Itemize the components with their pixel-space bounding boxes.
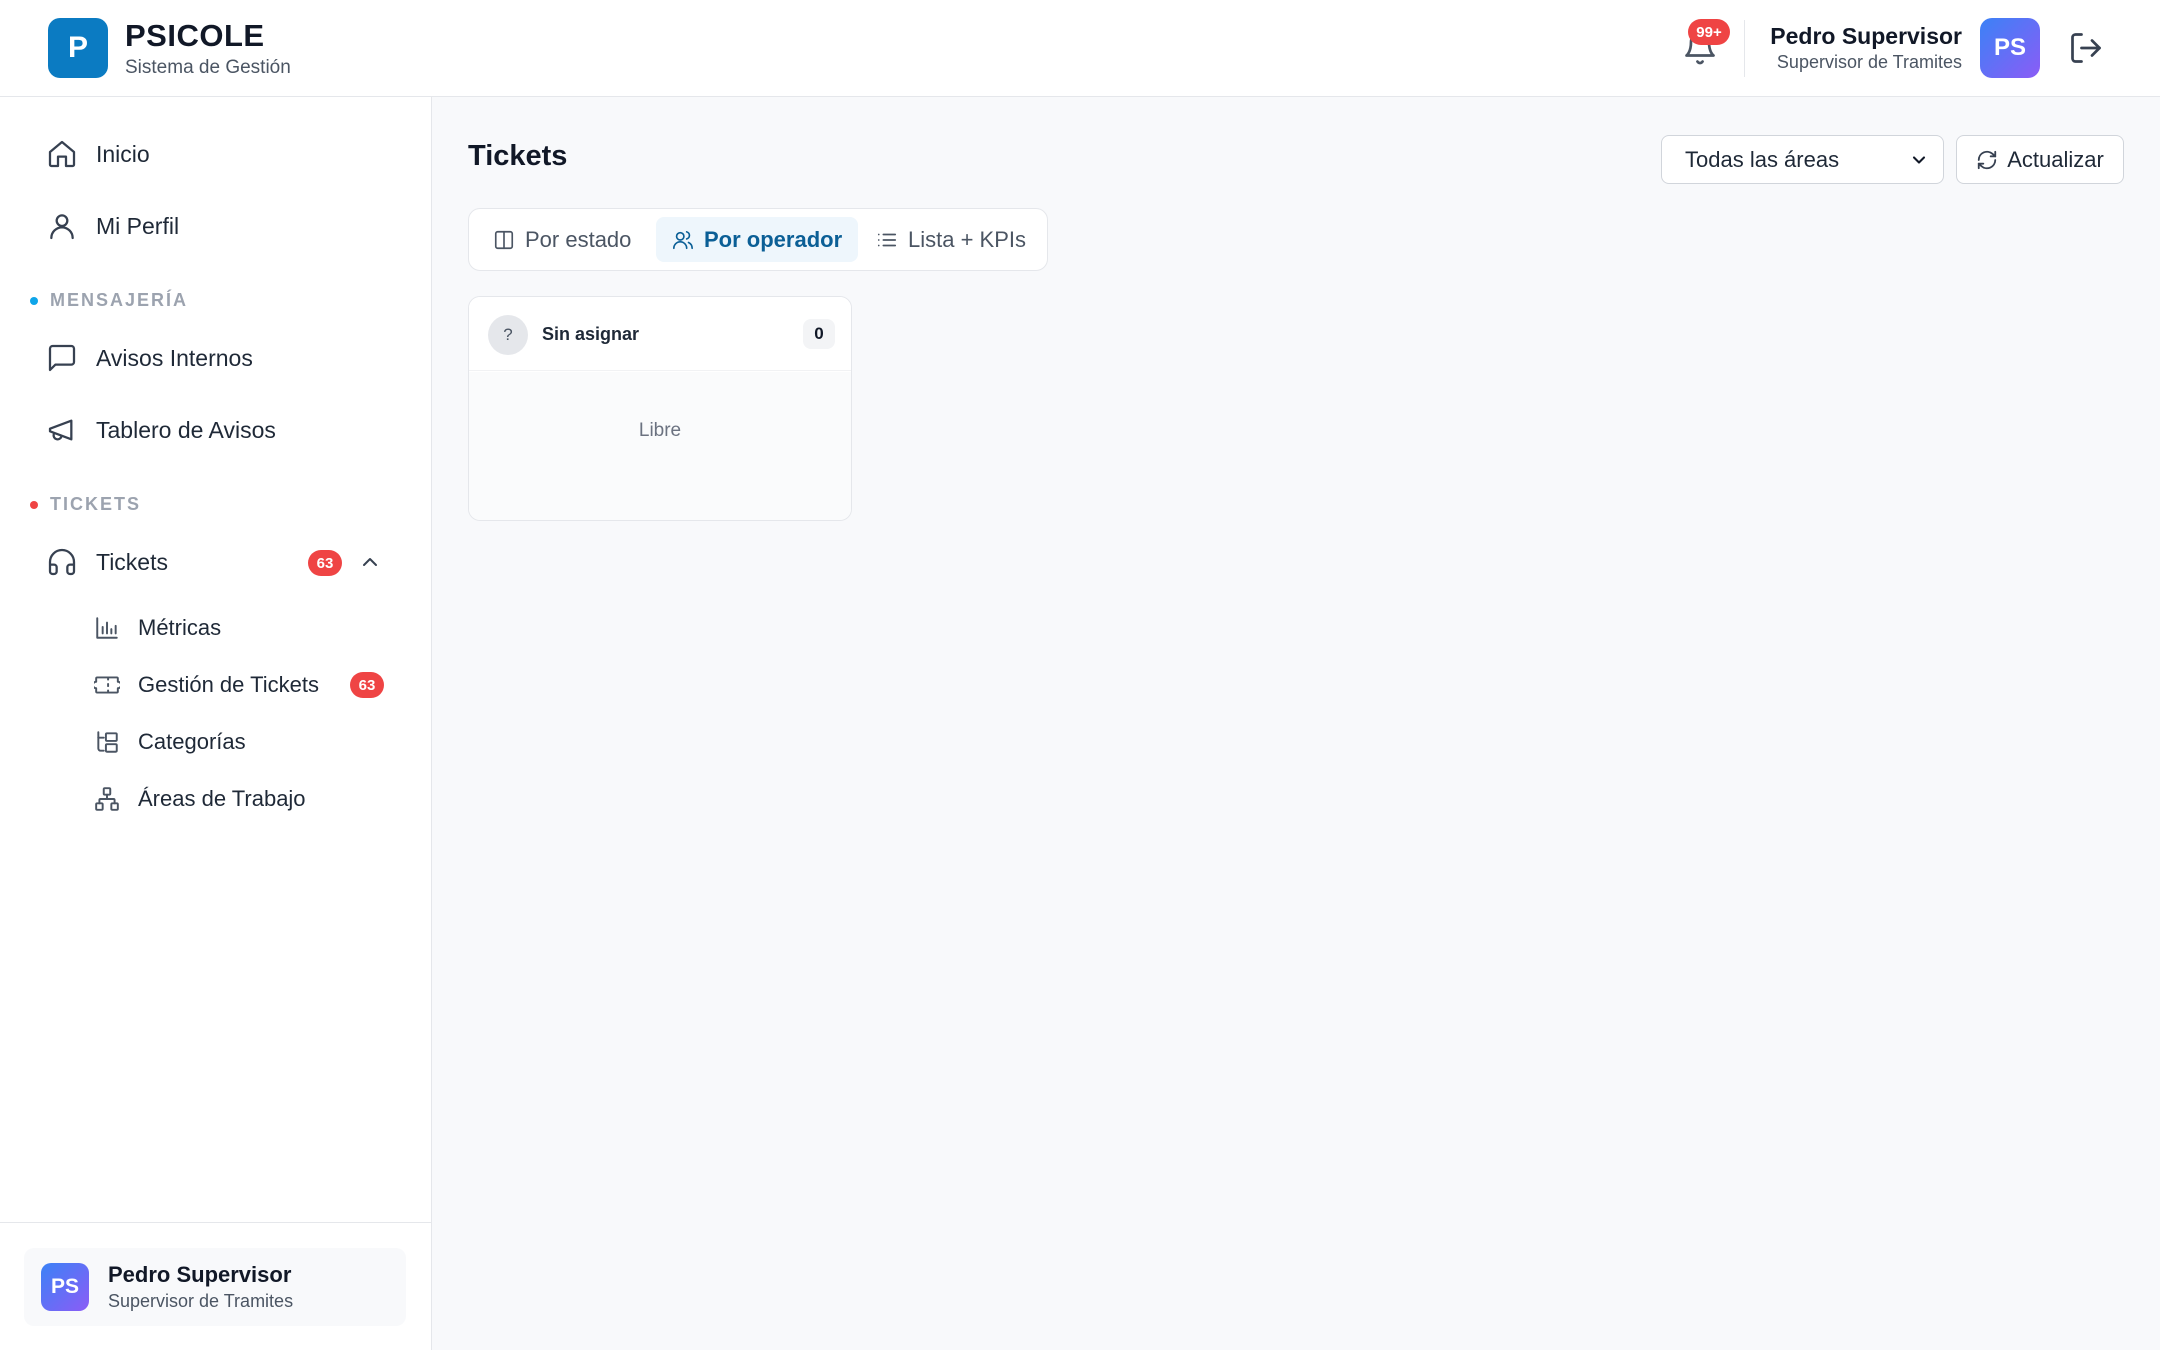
sidebar-subitem-gestion-tickets[interactable]: Gestión de Tickets xyxy=(94,667,319,703)
sidebar-item-inicio[interactable]: Inicio xyxy=(46,134,150,174)
sidebar-item-avisos-internos[interactable]: Avisos Internos xyxy=(46,338,253,378)
view-tabs: Por estado Por operador Lista + KPIs xyxy=(468,208,1048,271)
message-square-icon xyxy=(46,342,78,374)
sidebar-divider xyxy=(0,1222,432,1223)
empty-state-text: Libre xyxy=(638,420,682,441)
list-icon xyxy=(876,229,898,251)
section-label-tickets: TICKETS xyxy=(30,494,141,515)
tab-label: Por estado xyxy=(525,226,632,252)
tab-label: Lista + KPIs xyxy=(908,226,1027,252)
section-label-mensajeria: MENSAJERÍA xyxy=(30,290,188,311)
sidebar-item-label: Mi Perfil xyxy=(96,212,180,239)
section-label-text: TICKETS xyxy=(50,494,142,514)
sidebar-user-role: Supervisor de Tramites xyxy=(108,1291,294,1311)
sidebar-item-label: Tickets xyxy=(96,548,168,575)
ticket-icon xyxy=(94,672,120,698)
tab-por-estado[interactable]: Por estado xyxy=(477,217,647,262)
section-dot xyxy=(30,296,38,305)
top-header: P PSICOLE Sistema de Gestión 99+ Pedro S… xyxy=(0,0,2160,97)
sidebar-subitem-categorias[interactable]: Categorías xyxy=(94,724,246,760)
gestion-tickets-count-badge: 63 xyxy=(350,672,384,698)
section-dot xyxy=(30,500,38,509)
sidebar-subitem-metricas[interactable]: Métricas xyxy=(94,610,221,646)
operator-column-dropzone[interactable] xyxy=(469,372,851,520)
area-filter-select[interactable]: Todas las áreas xyxy=(1661,135,1944,184)
brand-name: PSICOLE xyxy=(125,18,265,53)
sidebar-subitem-areas-trabajo[interactable]: Áreas de Trabajo xyxy=(94,781,306,817)
sidebar-item-mi-perfil[interactable]: Mi Perfil xyxy=(46,206,179,246)
sidebar-item-label: Inicio xyxy=(96,140,150,167)
network-icon xyxy=(94,786,120,812)
sidebar-item-label: Tablero de Avisos xyxy=(96,416,276,443)
tab-por-operador[interactable]: Por operador xyxy=(656,217,859,262)
header-user-name: Pedro Supervisor xyxy=(1770,23,1962,49)
tab-label: Por operador xyxy=(704,226,843,252)
brand-subtitle: Sistema de Gestión xyxy=(125,57,291,78)
refresh-label: Actualizar xyxy=(2007,146,2104,172)
chevron-down-icon xyxy=(1909,150,1929,170)
unassigned-avatar: ? xyxy=(488,315,528,355)
notifications-badge: 99+ xyxy=(1688,19,1730,45)
header-avatar[interactable]: PS xyxy=(1980,18,2040,78)
sidebar-subitem-label: Áreas de Trabajo xyxy=(138,786,306,811)
operator-name: Sin asignar xyxy=(542,324,640,344)
header-user-role: Supervisor de Tramites xyxy=(1776,52,1962,72)
sidebar-item-label: Avisos Internos xyxy=(96,344,253,371)
sidebar-item-tablero-avisos[interactable]: Tablero de Avisos xyxy=(46,410,276,450)
home-icon xyxy=(46,138,78,170)
bar-chart-icon xyxy=(94,615,120,641)
sidebar-user-card[interactable]: PS Pedro Supervisor Supervisor de Tramit… xyxy=(24,1248,406,1326)
sidebar-subitem-label: Métricas xyxy=(138,615,222,640)
logout-icon[interactable] xyxy=(2068,30,2104,66)
chevron-up-icon[interactable] xyxy=(358,550,382,574)
section-label-text: MENSAJERÍA xyxy=(50,290,189,310)
sidebar-subitem-label: Gestión de Tickets xyxy=(138,672,319,697)
refresh-button[interactable]: Actualizar xyxy=(1956,135,2124,184)
header-divider xyxy=(1744,20,1745,77)
page-title: Tickets xyxy=(468,140,568,172)
megaphone-icon xyxy=(46,414,78,446)
operator-column-card: ? Sin asignar 0 Libre xyxy=(468,296,852,521)
operator-column-header: ? Sin asignar 0 xyxy=(469,297,851,371)
tickets-count-badge: 63 xyxy=(308,550,342,576)
refresh-icon xyxy=(1976,149,1998,171)
tab-lista-kpis[interactable]: Lista + KPIs xyxy=(860,217,1042,262)
area-filter-value: Todas las áreas xyxy=(1685,146,1840,172)
sidebar-user-name: Pedro Supervisor xyxy=(108,1262,292,1287)
sidebar-item-tickets[interactable]: Tickets xyxy=(46,542,168,582)
operator-ticket-count: 0 xyxy=(803,319,835,349)
users-icon xyxy=(672,229,694,251)
app-logo[interactable]: P xyxy=(48,18,108,78)
headphones-icon xyxy=(46,546,78,578)
avatar: PS xyxy=(41,1263,89,1311)
user-icon xyxy=(46,210,78,242)
folder-tree-icon xyxy=(94,729,120,755)
sidebar-subitem-label: Categorías xyxy=(138,729,246,754)
columns-icon xyxy=(493,229,515,251)
